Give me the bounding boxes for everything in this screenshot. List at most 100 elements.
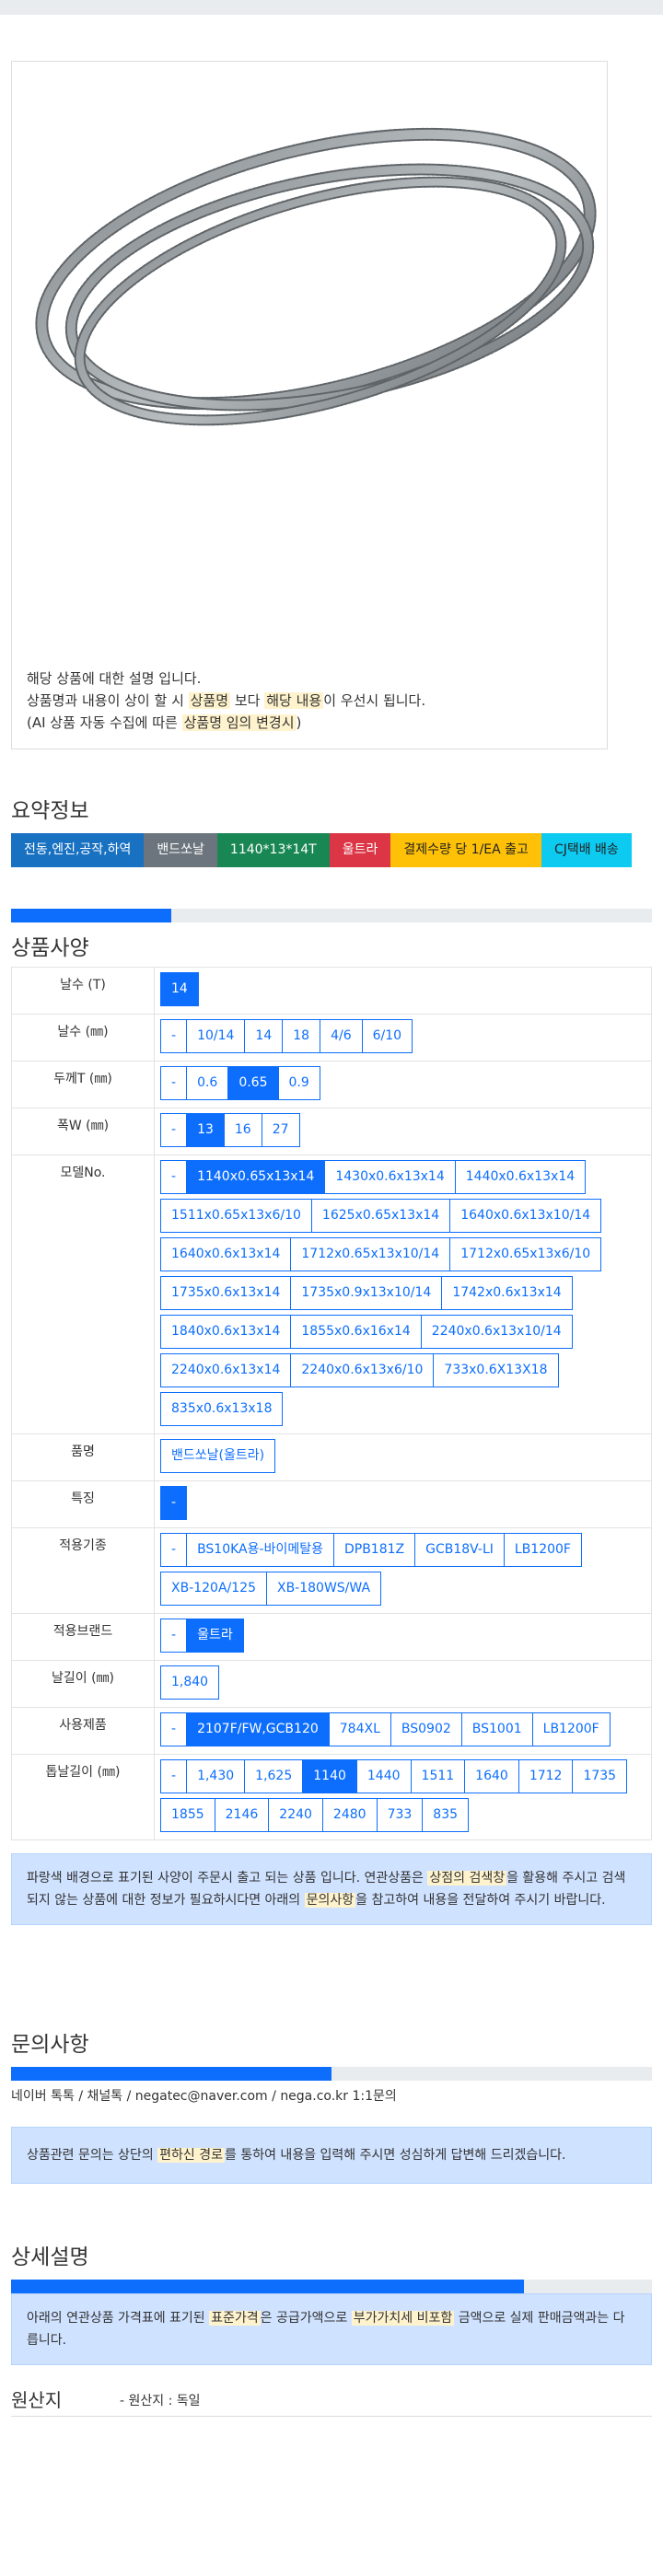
option-button[interactable]: 1712	[518, 1759, 574, 1793]
spec-label: 특징	[11, 1480, 155, 1528]
option-button[interactable]: 27	[261, 1113, 300, 1147]
option-button[interactable]: -	[160, 1619, 188, 1653]
contact-channel-talk[interactable]: 채널톡	[87, 2089, 122, 2104]
summary-tags: 전동,엔진,공작,하역 밴드쏘날 1140*13*14T 울트라 결제수량 당 …	[11, 833, 652, 867]
option-button[interactable]: 1855x0.6x16x14	[290, 1315, 422, 1349]
option-button-selected[interactable]: 울트라	[186, 1619, 244, 1653]
option-button[interactable]: 1712x0.65x13x10/14	[290, 1237, 451, 1271]
spec-options: -2107F/FW,GCB120 784XL BS0902 BS1001 LB1200F	[154, 1707, 652, 1755]
separator: /	[126, 2089, 132, 2104]
spec-label: 적용기종	[11, 1527, 155, 1614]
option-button[interactable]: 1625x0.65x13x14	[310, 1199, 451, 1233]
option-button[interactable]: GCB18V-LI	[414, 1533, 505, 1567]
contact-site-inquiry[interactable]: nega.co.kr 1:1문의	[280, 2089, 396, 2104]
option-button[interactable]: BS10KA용-바이메탈용	[186, 1533, 334, 1567]
option-button-selected[interactable]: 1140x0.65x13x14	[186, 1160, 326, 1194]
option-button[interactable]: 1742x0.6x13x14	[441, 1276, 573, 1310]
option-button[interactable]: 1511	[410, 1759, 466, 1793]
option-button[interactable]: 733x0.6X13X18	[433, 1353, 559, 1387]
option-button[interactable]: 2240x0.6x13x14	[160, 1353, 292, 1387]
option-button[interactable]: 733	[376, 1798, 424, 1832]
option-button[interactable]: -	[160, 1759, 188, 1793]
option-button[interactable]: -	[160, 1019, 188, 1053]
option-button[interactable]: 1735	[572, 1759, 628, 1793]
option-button[interactable]: -	[160, 1113, 188, 1147]
option-button[interactable]: LB1200F	[503, 1533, 582, 1567]
option-button[interactable]: -	[160, 1712, 188, 1746]
option-button[interactable]: 1735x0.9x13x10/14	[290, 1276, 443, 1310]
inquiry-title: 문의사항	[11, 2033, 89, 2057]
spec-row: 날길이 (㎜) 1,840	[11, 1660, 652, 1708]
option-button[interactable]: 2240x0.6x13x6/10	[290, 1353, 435, 1387]
option-button-selected[interactable]: 2107F/FW,GCB120	[186, 1712, 330, 1746]
option-button[interactable]: 1430x0.6x13x14	[324, 1160, 456, 1194]
option-button[interactable]: 1640	[464, 1759, 519, 1793]
tag-category: 전동,엔진,공작,하역	[11, 833, 145, 867]
spec-options: 1,840	[154, 1660, 652, 1708]
spec-table: 날수 (T) 14 날수 (㎜) -10/14 14 18 4/6 6/10 두께T (㎜) -0…	[11, 967, 652, 1840]
spec-label: 적용브랜드	[11, 1613, 155, 1661]
option-button[interactable]: 6/10	[361, 1019, 413, 1053]
option-button[interactable]: 0.6	[186, 1066, 229, 1100]
contact-email[interactable]: negatec@naver.com	[135, 2089, 268, 2104]
option-button[interactable]: 1712x0.65x13x6/10	[449, 1237, 602, 1271]
option-button[interactable]: DPB181Z	[332, 1533, 416, 1567]
option-group: - BS10KA용-바이메탈용 DPB181Z GCB18V-LI LB1200F XB-…	[160, 1533, 646, 1610]
notice-text: 보다	[234, 692, 261, 709]
tag-brand: 울트라	[329, 833, 391, 867]
option-group: -1,430 1,625 1140 1440 1511 1640 1712 1735 1855 2…	[160, 1759, 646, 1837]
spec-options: -0.6 0.65 0.9	[154, 1061, 652, 1108]
option-button[interactable]: 835	[422, 1798, 470, 1832]
separator: /	[78, 2089, 84, 2104]
option-button[interactable]: 1840x0.6x13x14	[160, 1315, 292, 1349]
detail-progress-fill	[11, 2280, 524, 2293]
option-button[interactable]: 14	[244, 1019, 284, 1053]
spec-options: -13 16 27	[154, 1108, 652, 1155]
option-button-selected[interactable]: 13	[186, 1113, 225, 1147]
contact-naver-talk[interactable]: 네이버 톡톡	[11, 2089, 75, 2104]
option-button[interactable]: -	[160, 1160, 188, 1194]
option-button[interactable]: 0.9	[277, 1066, 320, 1100]
option-button[interactable]: 4/6	[320, 1019, 363, 1053]
option-group: 1,840	[160, 1665, 646, 1704]
option-button[interactable]: 1440	[355, 1759, 412, 1793]
product-image-box: 해당 상품에 대한 설명 입니다. 상품명과 내용이 상이 할 시 상품명 보다…	[11, 61, 608, 749]
info-text: 상품관련 문의는 상단의	[27, 2148, 154, 2163]
option-button[interactable]: 1,840	[160, 1665, 220, 1700]
option-button[interactable]: 835x0.6x13x18	[160, 1392, 284, 1426]
option-button[interactable]: 16	[223, 1113, 262, 1147]
notice-line-2: 상품명과 내용이 상이 할 시 상품명 보다 해당 내용 이 우선시 됩니다.	[27, 690, 425, 712]
spec-row: 적용기종 - BS10KA용-바이메탈용 DPB181Z GCB18V-LI LB1200…	[11, 1527, 652, 1614]
option-button[interactable]: 1640x0.6x13x14	[160, 1237, 292, 1271]
option-button-selected[interactable]: 0.65	[227, 1066, 279, 1100]
option-button[interactable]: XB-120A/125	[160, 1572, 267, 1606]
option-button[interactable]: LB1200F	[531, 1712, 611, 1746]
option-button[interactable]: 1440x0.6x13x14	[454, 1160, 587, 1194]
option-button[interactable]: 1855	[160, 1798, 215, 1832]
option-button[interactable]: 1,430	[186, 1759, 246, 1793]
option-button[interactable]: XB-180WS/WA	[265, 1572, 382, 1606]
option-button[interactable]: BS1001	[460, 1712, 533, 1746]
option-button[interactable]: 1640x0.6x13x10/14	[449, 1199, 602, 1233]
option-button[interactable]: 1511x0.65x13x6/10	[160, 1199, 312, 1233]
info-text: 을 참고하여 내용을 전달하여 주시기 바랍니다.	[355, 1893, 606, 1908]
option-button[interactable]: 18	[282, 1019, 321, 1053]
option-button-selected[interactable]: -	[160, 1486, 188, 1520]
option-button-selected[interactable]: 14	[160, 972, 199, 1006]
option-button[interactable]: 1,625	[244, 1759, 304, 1793]
option-button[interactable]: 밴드쏘날(울트라)	[160, 1439, 276, 1473]
option-button[interactable]: 2240	[268, 1798, 323, 1832]
option-button[interactable]: BS0902	[390, 1712, 462, 1746]
option-button[interactable]: 2146	[214, 1798, 270, 1832]
option-button[interactable]: 1735x0.6x13x14	[160, 1276, 292, 1310]
option-button[interactable]: 784XL	[328, 1712, 391, 1746]
option-button-selected[interactable]: 1140	[302, 1759, 357, 1793]
spec-options: -10/14 14 18 4/6 6/10	[154, 1014, 652, 1062]
notice-line-3: (AI 상품 자동 수집에 따른 상품명 임의 변경시)	[27, 712, 425, 734]
option-button[interactable]: 2480	[321, 1798, 378, 1832]
option-button[interactable]: 2240x0.6x13x10/14	[420, 1315, 573, 1349]
option-button[interactable]: -	[160, 1533, 188, 1567]
option-button[interactable]: 10/14	[186, 1019, 246, 1053]
option-button[interactable]: -	[160, 1066, 188, 1100]
top-bar	[0, 0, 663, 15]
